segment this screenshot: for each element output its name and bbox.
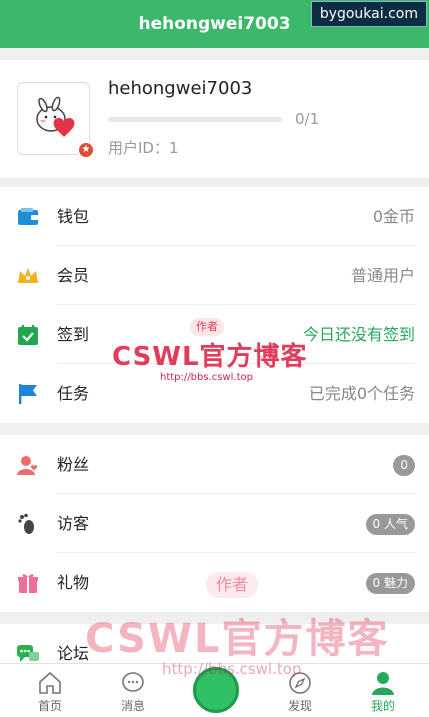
tab-messages[interactable]: 消息 [93,664,173,717]
membership-value: 普通用户 [350,266,415,285]
level-badge-icon: ★ [77,141,95,159]
watermark-url: http://bbs.cswl.top [160,372,253,383]
home-icon [39,671,61,694]
tab-me[interactable]: 我的 [343,664,423,717]
chat-bubbles-icon [17,645,39,662]
watermark-author-tag: 作者 [190,318,224,336]
crown-icon [18,268,38,283]
wallet-value: 0金币 [372,207,415,226]
menu-label: 粉丝 [57,455,90,474]
watermark-badge: bygoukai.com [310,1,427,27]
menu-label: 签到 [57,325,90,344]
tab-label: 发现 [287,699,312,713]
gift-icon [18,574,38,593]
watermark-brand-large: CSWL官方博客 [85,616,390,662]
menu-row-membership[interactable]: 会员 普通用户 [0,246,429,305]
menu-row-fans[interactable]: 粉丝 0 [0,435,429,494]
watermark-brand: CSWL官方博客 [112,342,308,372]
menu-row-visitors[interactable]: 访客 0 人气 [0,494,429,553]
menu-label: 会员 [57,266,90,285]
visitors-badge: 0 人气 [365,514,415,535]
calendar-check-icon [18,325,38,345]
menu-label: 礼物 [57,573,90,592]
user-id: 用户ID：1 [108,139,179,157]
watermark-author-tag-large: 作者 [206,572,259,598]
menu-label: 访客 [57,514,90,533]
username: hehongwei7003 [108,78,253,99]
watermark-url-large: http://bbs.cswl.top [162,660,302,678]
user-icon [372,672,394,695]
menu-label: 钱包 [57,207,90,226]
checkin-status: 今日还没有签到 [302,325,415,344]
tab-label: 首页 [37,699,62,713]
message-icon [122,672,144,692]
tab-label: 我的 [370,699,395,713]
tasks-value: 已完成0个任务 [308,384,415,403]
menu-group-account: 钱包 0金币 会员 普通用户 签到 今日还没有签到 任务 已完成0个任务 [0,187,429,423]
footprint-icon [18,513,34,534]
level-progress-bar [108,117,282,122]
flag-icon [19,384,37,404]
fans-icon [17,456,38,475]
menu-row-wallet[interactable]: 钱包 0金币 [0,187,429,246]
gifts-badge: 0 魅力 [365,573,415,594]
menu-label: 任务 [57,384,90,403]
tab-home[interactable]: 首页 [10,664,90,717]
wallet-icon [18,208,38,225]
level-progress-text: 0/1 [295,110,320,128]
fans-count-badge: 0 [393,455,415,476]
tab-label: 消息 [120,699,145,713]
